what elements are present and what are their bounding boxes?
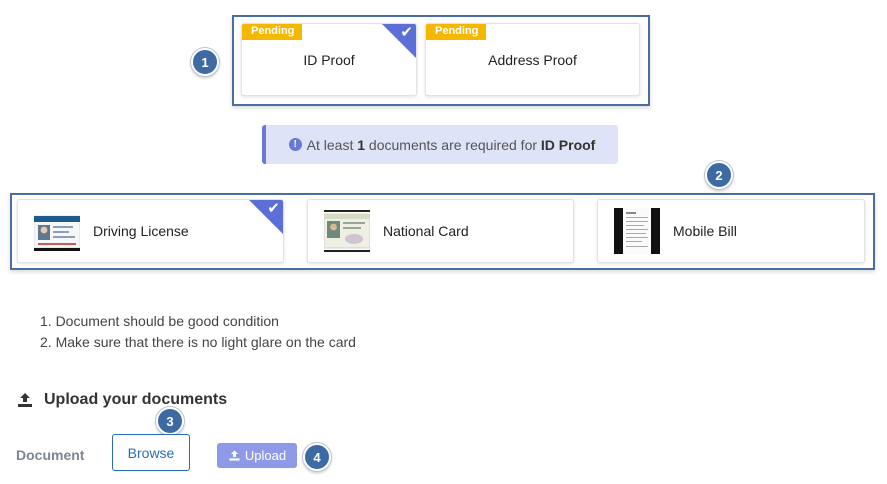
upload-icon	[229, 450, 240, 461]
alert-count: 1	[357, 136, 366, 153]
upload-button-label: Upload	[244, 448, 287, 463]
upload-section-title: Upload your documents	[16, 391, 227, 409]
document-label: National Card	[383, 223, 469, 239]
upload-title-text: Upload your documents	[44, 391, 228, 408]
alert-target: ID Proof	[540, 136, 596, 153]
step-badge-4: 4	[303, 443, 331, 471]
instruction-item: 2. Make sure that there is no light glar…	[40, 334, 356, 350]
alert-prefix: At least	[306, 136, 354, 153]
proof-card-id[interactable]: Pending ID Proof ✔	[241, 23, 417, 96]
step-badge-3: 3	[156, 407, 184, 435]
checkmark-icon: ✔	[267, 200, 280, 217]
step-badge-1: 1	[191, 48, 219, 76]
upload-icon	[18, 393, 32, 407]
instructions-list: 1. Document should be good condition 2. …	[40, 311, 356, 353]
upload-button[interactable]: Upload	[217, 443, 297, 468]
document-card-mobile-bill[interactable]: Mobile Bill	[597, 199, 865, 263]
document-card-driving-license[interactable]: Driving License ✔	[17, 199, 284, 263]
checkmark-icon: ✔	[400, 24, 413, 41]
document-field-label: Document	[16, 447, 85, 463]
mobile-bill-thumbnail	[614, 208, 660, 254]
document-card-national-card[interactable]: National Card	[307, 199, 574, 263]
browse-button[interactable]: Browse	[112, 434, 190, 471]
requirement-alert: ! At least 1 documents are required for …	[262, 125, 618, 164]
instruction-item: 1. Document should be good condition	[40, 313, 279, 329]
driving-license-thumbnail	[34, 215, 80, 251]
national-card-thumbnail	[324, 210, 370, 252]
alert-middle: documents are required for	[368, 136, 538, 153]
proof-card-address[interactable]: Pending Address Proof	[425, 23, 640, 96]
proof-label: Address Proof	[488, 51, 577, 68]
document-label: Driving License	[93, 223, 189, 239]
info-icon: !	[288, 138, 302, 151]
step-badge-2: 2	[705, 161, 733, 189]
document-label: Mobile Bill	[673, 223, 737, 239]
